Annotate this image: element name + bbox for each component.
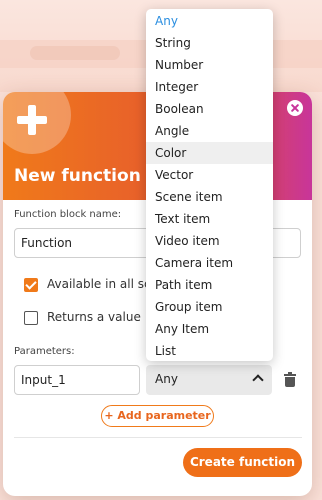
dropdown-option[interactable]: Any Item	[146, 318, 273, 340]
trash-icon[interactable]	[284, 372, 296, 387]
dialog-title: New function	[14, 166, 141, 186]
plus-badge	[3, 92, 71, 154]
returns-value-label: Returns a value	[47, 310, 141, 324]
dropdown-option[interactable]: List	[146, 340, 273, 362]
create-function-button[interactable]: Create function	[183, 448, 302, 477]
dropdown-option[interactable]: Color	[146, 142, 273, 164]
background-pill	[30, 46, 120, 60]
dropdown-option[interactable]: Angle	[146, 120, 273, 142]
dropdown-option[interactable]: Camera item	[146, 252, 273, 274]
dropdown-option[interactable]: Group item	[146, 296, 273, 318]
close-icon[interactable]	[287, 100, 303, 116]
parameter-name-input[interactable]: Input_1	[14, 365, 140, 395]
parameter-type-value: Any	[155, 372, 178, 386]
dropdown-option[interactable]: Text item	[146, 208, 273, 230]
dropdown-option[interactable]: Scene item	[146, 186, 273, 208]
returns-value-checkbox[interactable]	[24, 311, 38, 325]
divider	[14, 437, 302, 438]
dropdown-option[interactable]: Integer	[146, 76, 273, 98]
add-parameter-button[interactable]: + Add parameter	[101, 405, 214, 427]
dropdown-option[interactable]: Path item	[146, 274, 273, 296]
dropdown-option[interactable]: String	[146, 32, 273, 54]
dropdown-option[interactable]: Any	[146, 10, 273, 32]
plus-small-icon: +	[104, 409, 114, 422]
dropdown-option[interactable]: Video item	[146, 230, 273, 252]
type-dropdown-menu: Any String Number Integer Boolean Angle Color V…	[146, 9, 273, 361]
dropdown-option[interactable]: Number	[146, 54, 273, 76]
add-parameter-label: Add parameter	[117, 409, 211, 422]
function-name-label: Function block name:	[14, 209, 122, 220]
available-checkbox[interactable]	[24, 278, 38, 292]
dropdown-option[interactable]: Boolean	[146, 98, 273, 120]
dropdown-option[interactable]: Vector	[146, 164, 273, 186]
parameters-label: Parameters:	[14, 346, 75, 357]
parameter-type-select[interactable]: Any	[146, 365, 272, 395]
plus-icon	[17, 105, 47, 135]
chevron-up-icon	[252, 374, 264, 386]
